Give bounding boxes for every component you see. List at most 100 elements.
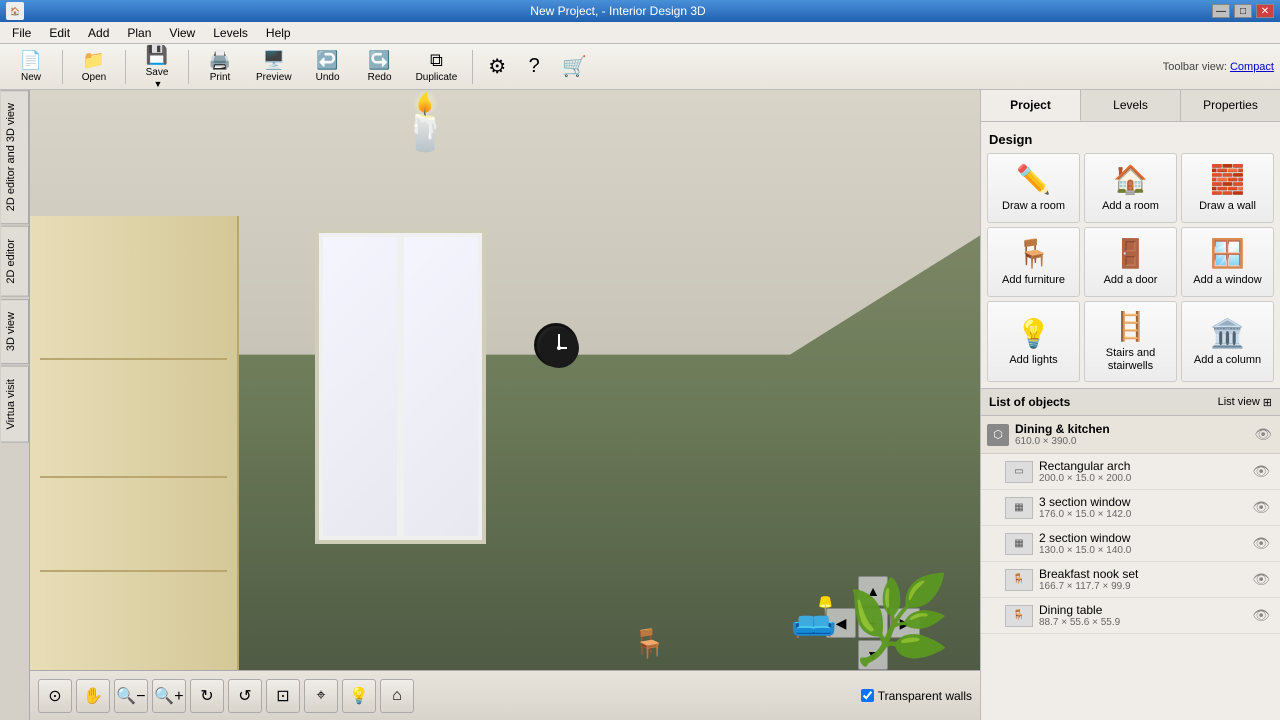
item-dims-2: 130.0 × 15.0 × 140.0 bbox=[1039, 545, 1244, 556]
look-btn[interactable]: ⌖ bbox=[304, 679, 338, 713]
menu-item-view[interactable]: View bbox=[161, 24, 203, 42]
help-button[interactable]: ? bbox=[517, 48, 551, 86]
panel-tab-project-tab[interactable]: Project bbox=[981, 90, 1081, 121]
group-dims: 610.0 × 390.0 bbox=[1015, 436, 1246, 447]
object-item-4[interactable]: 🪑 Dining table 88.7 × 55.6 × 55.9 👁 bbox=[981, 598, 1280, 634]
toolbar-preview-button[interactable]: 🖥️Preview bbox=[247, 48, 301, 86]
panel-tabs: ProjectLevelsProperties bbox=[981, 90, 1280, 122]
toolbar-print-button[interactable]: 🖨️Print bbox=[195, 48, 245, 86]
shelf-3 bbox=[40, 570, 226, 572]
toolbar-label-4: Preview bbox=[256, 72, 292, 83]
cart-button[interactable]: 🛒 bbox=[553, 48, 596, 86]
toolbar-icon-2: 💾 bbox=[146, 45, 168, 66]
item-name-3: Breakfast nook set bbox=[1039, 567, 1244, 581]
360-view-btn[interactable]: ⊙ bbox=[38, 679, 72, 713]
toolbar-undo-button[interactable]: ↩️Undo bbox=[303, 48, 353, 86]
object-item-3[interactable]: 🪑 Breakfast nook set 166.7 × 117.7 × 99.… bbox=[981, 562, 1280, 598]
side-tab-virtual-visit[interactable]: Virtua visit bbox=[1, 366, 29, 443]
light-btn[interactable]: 💡 bbox=[342, 679, 376, 713]
design-btn-add-room[interactable]: 🏠Add a room bbox=[1084, 153, 1177, 223]
zoom-in-btn[interactable]: 🔍+ bbox=[152, 679, 186, 713]
menu-item-add[interactable]: Add bbox=[80, 24, 117, 42]
menu-item-levels[interactable]: Levels bbox=[205, 24, 256, 42]
design-btn-add-window[interactable]: 🪟 Add a window bbox=[1181, 227, 1274, 297]
objects-list[interactable]: ⬡ Dining & kitchen 610.0 × 390.0 👁 ▭ Rec… bbox=[981, 416, 1280, 720]
item-visibility-icon-2[interactable]: 👁 bbox=[1250, 533, 1272, 554]
object-item-0[interactable]: ▭ Rectangular arch 200.0 × 15.0 × 200.0 … bbox=[981, 454, 1280, 490]
zoom-out-btn[interactable]: 🔍− bbox=[114, 679, 148, 713]
design-btn-add-lights[interactable]: 💡Add lights bbox=[987, 301, 1080, 382]
item-name-4: Dining table bbox=[1039, 603, 1244, 617]
panel-tab-properties-tab[interactable]: Properties bbox=[1181, 90, 1280, 121]
item-icon-1: ▦ bbox=[1005, 497, 1033, 519]
rotate-left-btn[interactable]: ↻ bbox=[190, 679, 224, 713]
design-section-header: Design bbox=[987, 128, 1274, 153]
toolbar-label-0: New bbox=[21, 72, 41, 83]
toolbar-redo-button[interactable]: ↪️Redo bbox=[355, 48, 405, 86]
group-visibility-icon[interactable]: 👁 bbox=[1252, 424, 1274, 445]
toolbar-open-button[interactable]: 📁Open bbox=[69, 48, 119, 86]
side-tab-3d-view[interactable]: 3D view bbox=[1, 299, 29, 364]
design-icon-draw-room: ✏️ bbox=[1016, 163, 1051, 196]
3d-view-panel: 🕯️ 🌿 🛋️ 🪑 ▲ ◀ + ▶ ▼ ⊙✋🔍−🔍+↻↺⊡⌖💡⌂ Transpar… bbox=[30, 90, 980, 720]
object-item-2[interactable]: ▦ 2 section window 130.0 × 15.0 × 140.0 … bbox=[981, 526, 1280, 562]
toolbar-icon-4: 🖥️ bbox=[263, 50, 285, 71]
item-visibility-icon-0[interactable]: 👁 bbox=[1250, 461, 1272, 482]
item-visibility-icon-3[interactable]: 👁 bbox=[1250, 569, 1272, 590]
pan-btn[interactable]: ✋ bbox=[76, 679, 110, 713]
item-dims-3: 166.7 × 117.7 × 99.9 bbox=[1039, 581, 1244, 592]
maximize-button[interactable]: □ bbox=[1234, 4, 1252, 18]
design-btn-stairs[interactable]: 🪜Stairs and stairwells bbox=[1084, 301, 1177, 382]
panel-tab-levels-tab[interactable]: Levels bbox=[1081, 90, 1181, 121]
object-group[interactable]: ⬡ Dining & kitchen 610.0 × 390.0 👁 bbox=[981, 416, 1280, 454]
design-btn-add-column[interactable]: 🏛️Add a column bbox=[1181, 301, 1274, 382]
window-pane-left bbox=[323, 237, 397, 536]
window bbox=[315, 229, 486, 544]
design-btn-draw-wall[interactable]: 🧱Draw a wall bbox=[1181, 153, 1274, 223]
cabinet bbox=[30, 216, 239, 689]
list-section: List of objects List view ⊞ ⬡ Dining & k… bbox=[981, 388, 1280, 720]
design-label-stairs: Stairs and stairwells bbox=[1089, 347, 1172, 373]
item-icon-0: ▭ bbox=[1005, 461, 1033, 483]
toolbar-duplicate-button[interactable]: ⧉Duplicate bbox=[407, 48, 467, 86]
menu-item-edit[interactable]: Edit bbox=[41, 24, 78, 42]
sofa: 🛋️ bbox=[790, 596, 837, 640]
design-label-draw-room: Draw a room bbox=[1002, 200, 1065, 213]
minimize-button[interactable]: — bbox=[1212, 4, 1230, 18]
design-btn-add-furniture[interactable]: 🪑Add furniture bbox=[987, 227, 1080, 297]
transparent-walls-label: Transparent walls bbox=[878, 689, 972, 703]
item-visibility-icon-1[interactable]: 👁 bbox=[1250, 497, 1272, 518]
window-title: New Project, - Interior Design 3D bbox=[24, 4, 1212, 18]
menu-item-help[interactable]: Help bbox=[258, 24, 299, 42]
save-dropdown-arrow[interactable]: ▼ bbox=[154, 79, 163, 89]
object-item-1[interactable]: ▦ 3 section window 176.0 × 15.0 × 142.0 … bbox=[981, 490, 1280, 526]
menu-item-file[interactable]: File bbox=[4, 24, 39, 42]
settings-button[interactable]: ⚙ bbox=[479, 48, 515, 86]
item-name-1: 3 section window bbox=[1039, 495, 1244, 509]
titlebar: 🏠 New Project, - Interior Design 3D — □ … bbox=[0, 0, 1280, 22]
item-name-2: 2 section window bbox=[1039, 531, 1244, 545]
rotate-right-btn[interactable]: ↺ bbox=[228, 679, 262, 713]
design-icon-add-window: 🪟 bbox=[1210, 237, 1245, 270]
transparent-walls-checkbox[interactable] bbox=[861, 689, 874, 702]
side-tab-2d-3d-view[interactable]: 2D editor and 3D view bbox=[1, 90, 29, 224]
home-btn[interactable]: ⌂ bbox=[380, 679, 414, 713]
item-icon-4: 🪑 bbox=[1005, 605, 1033, 627]
list-view-button[interactable]: List view ⊞ bbox=[1218, 396, 1272, 409]
design-btn-add-door[interactable]: 🚪Add a door bbox=[1084, 227, 1177, 297]
group-name: Dining & kitchen bbox=[1015, 422, 1246, 436]
menu-item-plan[interactable]: Plan bbox=[119, 24, 159, 42]
scene-canvas: 🕯️ 🌿 🛋️ 🪑 ▲ ◀ + ▶ ▼ bbox=[30, 90, 980, 720]
toolbar-save-button[interactable]: 💾Save▼ bbox=[132, 48, 182, 86]
design-label-add-room: Add a room bbox=[1102, 200, 1159, 213]
toolbar-view-compact-link[interactable]: Compact bbox=[1230, 61, 1274, 73]
orbit-btn[interactable]: ⊡ bbox=[266, 679, 300, 713]
transparent-walls-section: Transparent walls bbox=[861, 689, 972, 703]
app-logo: 🏠 bbox=[6, 2, 24, 20]
design-label-add-window: Add a window bbox=[1193, 274, 1262, 287]
design-btn-draw-room[interactable]: ✏️ Draw a room bbox=[987, 153, 1080, 223]
toolbar-new-button[interactable]: 📄New bbox=[6, 48, 56, 86]
item-visibility-icon-4[interactable]: 👁 bbox=[1250, 605, 1272, 626]
close-button[interactable]: ✕ bbox=[1256, 4, 1274, 18]
side-tab-2d-editor[interactable]: 2D editor bbox=[1, 226, 29, 297]
